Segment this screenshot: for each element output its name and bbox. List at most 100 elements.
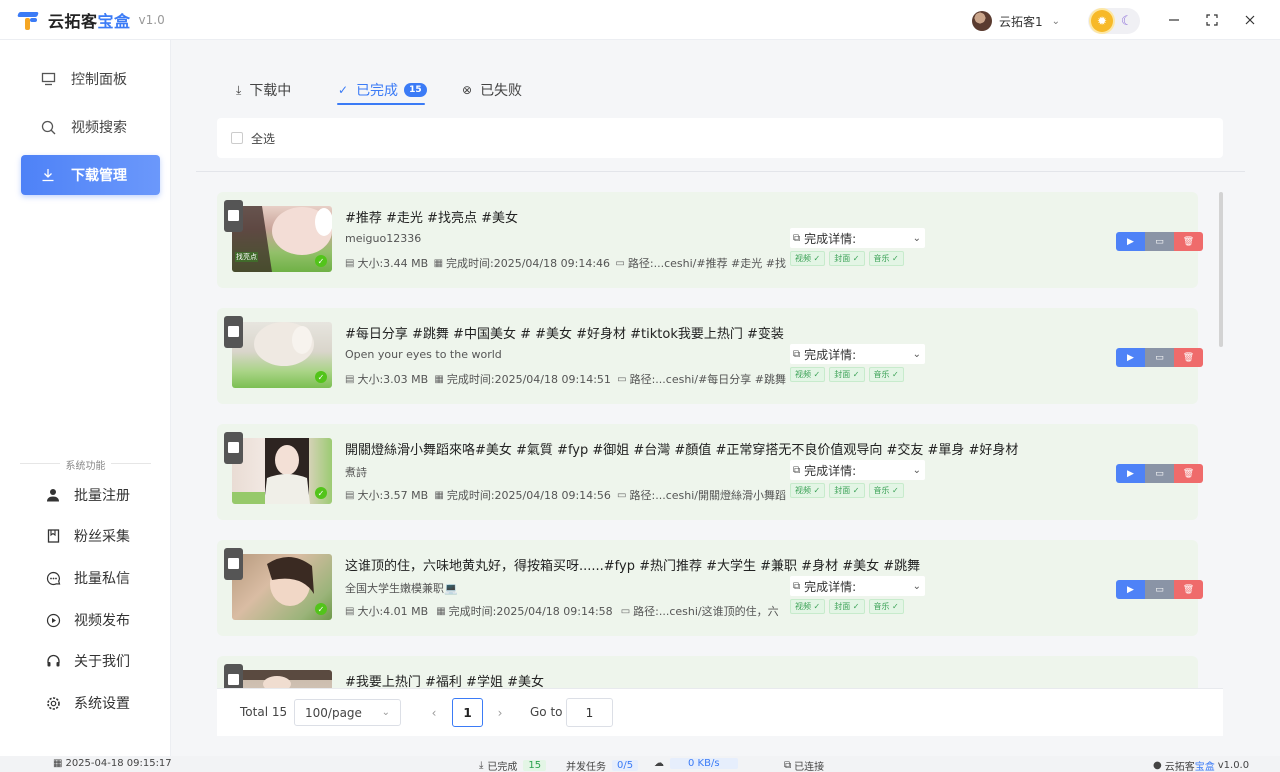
user-menu[interactable]: 云拓客1 ⌄ [972, 10, 1060, 32]
item-size: 3.44 MB [383, 256, 429, 270]
detail-select[interactable]: ⧉ 完成详情: ⌄ [790, 228, 925, 248]
delete-button[interactable]: 🗑 [1174, 464, 1203, 483]
video-thumbnail[interactable]: ✓ [232, 554, 332, 620]
tag-music: 音乐 ✓ [868, 483, 904, 498]
list-item: ✓ 这谁顶的住，六味地黄丸好，得按箱买呀......#fyp #热门推荐 #大学… [217, 540, 1203, 636]
list-item: ✓ 開關燈絲滑小舞蹈來咯#美女 #氣質 #fyp #御姐 #台灣 #顏值 #正常… [217, 424, 1203, 520]
item-meta: ▤ 大小: 3.44 MB ▦ 完成时间: 2025/04/18 09:14:46 … [345, 255, 786, 271]
play-button[interactable]: ▶ [1116, 348, 1145, 367]
chevron-right-icon: › [497, 706, 503, 720]
tab-failed[interactable]: ⊗ 已失败 [462, 76, 522, 104]
detail-label: 完成详情: [804, 463, 857, 478]
chevron-down-icon: ⌄ [1051, 15, 1061, 27]
open-folder-button[interactable]: ▭ [1145, 348, 1174, 367]
minimize-button[interactable] [1164, 10, 1184, 30]
download-icon [39, 168, 57, 182]
tag-video: 视频 ✓ [790, 367, 826, 382]
sidebar-item-label: 控制面板 [71, 72, 127, 88]
prev-page-button[interactable]: ‹ [420, 699, 448, 727]
sidebar-item-download-manager[interactable]: 下载管理 [21, 155, 160, 195]
sidebar-item-label: 下载管理 [71, 168, 127, 184]
item-path: ...ceshi/这谁顶的住，六 [658, 605, 779, 618]
trash-icon: 🗑 [1182, 236, 1195, 247]
list-item: 找亮点 ✓ #推荐 #走光 #找亮点 #美女 meiguo12336 ▤ 大小: … [217, 192, 1203, 288]
video-thumbnail[interactable] [232, 670, 332, 688]
trash-icon: 🗑 [1182, 584, 1195, 595]
chevron-left-icon: ‹ [431, 706, 437, 720]
open-folder-button[interactable]: ▭ [1145, 464, 1174, 483]
detail-select[interactable]: ⧉ 完成详情: ⌄ [790, 460, 925, 480]
download-icon: ⤓ [236, 82, 242, 97]
app-version: v1.0 [138, 12, 165, 27]
app-logo [17, 10, 40, 30]
close-icon [1245, 15, 1255, 25]
item-checkbox[interactable] [224, 548, 243, 580]
page-size-select[interactable]: 100/page ⌄ [294, 699, 401, 726]
video-thumbnail[interactable]: ✓ [232, 322, 332, 388]
size-label: 大小: [357, 257, 384, 270]
video-thumbnail[interactable]: 找亮点 ✓ [232, 206, 332, 272]
theme-toggle[interactable]: ✹ ☾ [1088, 8, 1140, 34]
delete-button[interactable]: 🗑 [1174, 348, 1203, 367]
sidebar-item-label: 批量注册 [74, 488, 130, 504]
calendar-icon: ▦ [53, 758, 63, 769]
delete-button[interactable]: 🗑 [1174, 580, 1203, 599]
select-all-checkbox[interactable] [231, 132, 243, 144]
time-label: 完成时间: [446, 373, 495, 386]
sidebar-item-batch-message[interactable]: 批量私信 [44, 566, 130, 590]
link-icon: ⧉ [784, 760, 792, 771]
success-icon: ✓ [315, 371, 327, 383]
tab-downloading[interactable]: ⤓ 下载中 [236, 76, 291, 104]
play-button[interactable]: ▶ [1116, 464, 1145, 483]
chevron-down-icon: ⌄ [912, 348, 921, 360]
select-all-label: 全选 [251, 131, 276, 146]
item-size: 4.01 MB [383, 604, 429, 618]
link-icon: ⧉ [793, 464, 801, 476]
completion-detail: ⧉ 完成详情: ⌄ 视频 ✓ 封面 ✓ 音乐 ✓ [790, 576, 925, 614]
play-button[interactable]: ▶ [1116, 580, 1145, 599]
detail-select[interactable]: ⧉ 完成详情: ⌄ [790, 576, 925, 596]
file-icon: ▤ [345, 489, 355, 501]
trash-icon: 🗑 [1182, 468, 1195, 479]
time-label: 完成时间: [446, 257, 494, 270]
play-button[interactable]: ▶ [1116, 232, 1145, 251]
open-folder-button[interactable]: ▭ [1145, 580, 1174, 599]
chevron-down-icon: ⌄ [912, 580, 921, 592]
sidebar-item-fan-collect[interactable]: 粉丝采集 [44, 524, 130, 548]
detail-select[interactable]: ⧉ 完成详情: ⌄ [790, 344, 925, 364]
tag-video: 视频 ✓ [790, 599, 826, 614]
video-thumbnail[interactable]: ✓ [232, 438, 332, 504]
sidebar-item-video-search[interactable]: 视频搜索 [21, 107, 160, 147]
folder-icon: ▭ [620, 605, 631, 617]
item-checkbox[interactable] [224, 200, 243, 232]
tab-label: 已失败 [480, 83, 523, 99]
sidebar-item-batch-register[interactable]: 批量注册 [44, 483, 130, 507]
open-folder-button[interactable]: ▭ [1145, 232, 1174, 251]
delete-button[interactable]: 🗑 [1174, 232, 1203, 251]
tab-completed[interactable]: ✓ 已完成 15 [338, 76, 427, 104]
list-scrollbar[interactable] [1219, 192, 1223, 347]
maximize-button[interactable] [1202, 10, 1222, 30]
item-title: #推荐 #走光 #找亮点 #美女 [345, 211, 518, 226]
info-icon: ● [1153, 760, 1162, 771]
item-checkbox[interactable] [224, 316, 243, 348]
sidebar-item-about-us[interactable]: 关于我们 [44, 649, 130, 673]
page-number-current[interactable]: 1 [452, 698, 483, 727]
sidebar-item-video-publish[interactable]: 视频发布 [44, 608, 130, 632]
tag-cover: 封面 ✓ [829, 483, 865, 498]
sidebar-item-dashboard[interactable]: 控制面板 [21, 59, 160, 99]
item-meta: ▤ 大小: 3.57 MB ▦ 完成时间: 2025/04/18 09:14:56 … [345, 487, 786, 503]
goto-page-input[interactable]: 1 [566, 698, 613, 727]
status-datetime: ▦ 2025-04-18 09:15:17 [53, 758, 172, 769]
next-page-button[interactable]: › [486, 699, 514, 727]
item-checkbox[interactable] [224, 432, 243, 464]
folder-icon: ▭ [1155, 236, 1164, 247]
item-checkbox[interactable] [224, 664, 243, 688]
path-label: 路径: [633, 605, 659, 618]
close-button[interactable] [1240, 10, 1260, 30]
folder-icon: ▭ [617, 373, 627, 385]
sidebar-item-settings[interactable]: 系统设置 [44, 691, 130, 715]
size-label: 大小: [357, 489, 384, 502]
time-label: 完成时间: [446, 489, 495, 502]
chevron-down-icon: ⌄ [381, 707, 390, 718]
